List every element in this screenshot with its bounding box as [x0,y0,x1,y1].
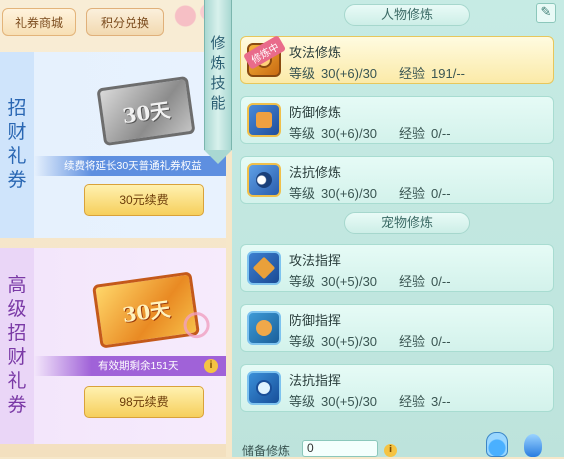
potion-icon[interactable] [486,432,508,457]
ribbon-decoration [181,310,212,340]
cultivation-panel: 人物修炼 ✎ 修炼中 攻法修炼 等级 30(+6)/30 经验 191/-- 防御修炼… [232,0,564,458]
premium-voucher-side-strip: 高级招财礼券 [0,248,34,444]
skill-name: 攻法指挥 [289,253,342,268]
skill-name: 防御修炼 [289,105,342,120]
premium-voucher-card: 高级招财礼券 30天 有效期剩余151天 i 98元续费 [0,248,226,444]
skill-row-defense-command[interactable]: 防御指挥 等级 30(+5)/30 经验 0/-- [240,304,554,352]
edit-icon[interactable]: ✎ [536,3,556,23]
defense-icon [247,103,281,137]
premium-voucher-info-text: 有效期剩余151天 [98,360,179,372]
premium-voucher-info: 有效期剩余151天 i [34,356,226,376]
skill-stats: 等级 30(+6)/30 经验 0/-- [289,183,451,202]
skill-stats: 等级 30(+6)/30 经验 191/-- [289,63,465,82]
exp-label: 经验 [399,274,426,289]
skill-row-resist-training[interactable]: 法抗修炼 等级 30(+6)/30 经验 0/-- [240,156,554,204]
level-value: 30(+5)/30 [321,274,378,289]
command-resist-icon [247,371,281,405]
exp-value: 3/-- [431,394,451,409]
skill-row-resist-command[interactable]: 法抗指挥 等级 30(+5)/30 经验 3/-- [240,364,554,412]
level-label: 等级 [289,334,316,349]
skill-stats: 等级 30(+5)/30 经验 3/-- [289,391,451,410]
gold-ticket-image: 30天 [92,271,212,349]
exp-value: 0/-- [431,274,451,289]
tab-points-exchange[interactable]: 积分兑换 [86,8,164,36]
ribbon-tip [204,150,232,164]
skill-stats: 等级 30(+5)/30 经验 0/-- [289,331,451,350]
level-value: 30(+6)/30 [321,66,378,81]
renew-30-button[interactable]: 30元续费 [84,184,204,216]
basic-voucher-info: 续费将延长30天普通礼券权益 [34,156,226,176]
gold-ticket-text: 30天 [120,296,172,327]
shop-panel: 礼券商城 积分兑换 招财礼券 30天 续费将延长30天普通礼券权益 30元续费 … [0,0,226,457]
skill-stats: 等级 30(+5)/30 经验 0/-- [289,271,451,290]
exp-label: 经验 [399,186,426,201]
level-label: 等级 [289,186,316,201]
reserve-cultivation-field[interactable]: 0 [302,440,378,457]
reserve-cultivation-label: 储备修炼 [242,444,291,458]
skill-name: 攻法修炼 [289,45,342,60]
cultivation-skill-tab[interactable]: 修炼技能 [204,0,232,150]
renew-98-button[interactable]: 98元续费 [84,386,204,418]
exp-value: 191/-- [431,66,466,81]
command-defense-icon [247,311,281,345]
skill-name: 法抗指挥 [289,373,342,388]
flame-icon[interactable] [524,434,542,457]
exp-label: 经验 [399,334,426,349]
silver-ticket-text: 30天 [120,97,172,128]
exp-label: 经验 [399,394,426,409]
level-value: 30(+5)/30 [321,334,378,349]
skill-row-defense-training[interactable]: 防御修炼 等级 30(+6)/30 经验 0/-- [240,96,554,144]
basic-voucher-card: 招财礼券 30天 续费将延长30天普通礼券权益 30元续费 [0,52,226,238]
skill-stats: 等级 30(+6)/30 经验 0/-- [289,123,451,142]
level-value: 30(+6)/30 [321,186,378,201]
level-label: 等级 [289,394,316,409]
exp-value: 0/-- [431,334,451,349]
premium-voucher-title: 高级招财礼券 [7,275,27,416]
tab-voucher-mall[interactable]: 礼券商城 [2,8,76,36]
exp-label: 经验 [399,66,426,81]
exp-value: 0/-- [431,126,451,141]
person-cultivation-title: 人物修炼 [344,4,470,26]
silver-ticket-image: 30天 [96,75,196,147]
exp-value: 0/-- [431,186,451,201]
skill-row-attack-command[interactable]: 攻法指挥 等级 30(+5)/30 经验 0/-- [240,244,554,292]
command-attack-icon [247,251,281,285]
info-icon[interactable]: i [204,359,218,373]
pet-cultivation-title: 宠物修炼 [344,212,470,234]
basic-voucher-info-text: 续费将延长30天普通礼券权益 [64,160,202,172]
skill-name: 防御指挥 [289,313,342,328]
exp-label: 经验 [399,126,426,141]
resist-icon [247,163,281,197]
skill-name: 法抗修炼 [289,165,342,180]
cultivation-skill-label: 修炼技能 [210,35,226,112]
skill-row-attack-training[interactable]: 修炼中 攻法修炼 等级 30(+6)/30 经验 191/-- [240,35,554,84]
level-label: 等级 [289,126,316,141]
level-label: 等级 [289,66,316,81]
level-label: 等级 [289,274,316,289]
level-value: 30(+5)/30 [321,394,378,409]
basic-voucher-side-strip: 招财礼券 [0,52,34,238]
level-value: 30(+6)/30 [321,126,378,141]
basic-voucher-title: 招财礼券 [7,98,27,191]
info-icon[interactable]: i [384,444,397,457]
